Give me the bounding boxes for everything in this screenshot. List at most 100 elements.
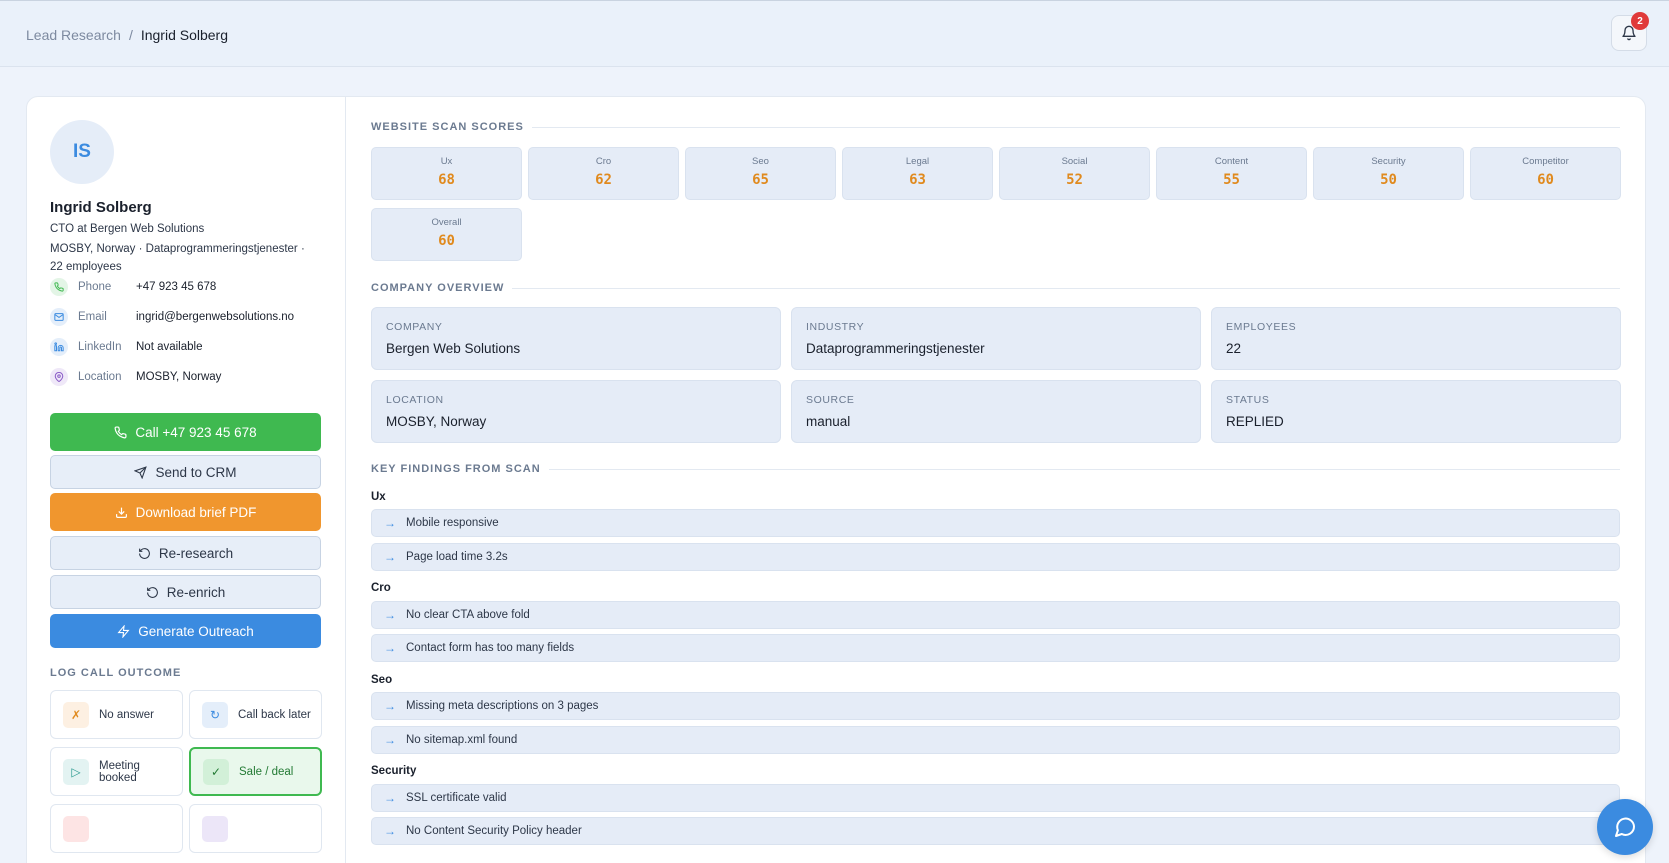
re-enrich-label: Re-enrich xyxy=(166,584,226,600)
finding-item: → Contact form has too many fields xyxy=(371,634,1620,662)
overview-status: STATUS REPLIED xyxy=(1211,380,1621,443)
overview-value: Bergen Web Solutions xyxy=(386,341,521,356)
overview-label: INDUSTRY xyxy=(806,321,865,333)
chat-button[interactable] xyxy=(1597,799,1653,855)
company-overview-header: COMPANY OVERVIEW xyxy=(371,282,1620,294)
contact-row-linkedin: LinkedIn Not available xyxy=(50,336,320,358)
lead-name: Ingrid Solberg xyxy=(50,199,152,216)
arrow-right-icon: → xyxy=(384,516,396,530)
re-research-button[interactable]: Re-research xyxy=(50,536,321,570)
contact-row-email: Email ingrid@bergenwebsolutions.no xyxy=(50,306,320,328)
findings-group-title: Ux xyxy=(371,491,386,503)
score-value: 55 xyxy=(1223,172,1240,188)
contact-label: Email xyxy=(78,311,107,323)
overview-label: COMPANY xyxy=(386,321,443,333)
arrow-right-icon: → xyxy=(384,641,396,655)
score-label: Competitor xyxy=(1522,156,1569,167)
scan-scores-title: WEBSITE SCAN SCORES xyxy=(371,121,524,133)
score-card-seo: Seo 65 xyxy=(685,147,836,200)
finding-item: → Mobile responsive xyxy=(371,509,1620,537)
generate-outreach-button[interactable]: Generate Outreach xyxy=(50,614,321,648)
breadcrumb-separator: / xyxy=(128,27,133,43)
scan-scores-header: WEBSITE SCAN SCORES xyxy=(371,121,1620,133)
outcome-call-back-later[interactable]: ↻ Call back later xyxy=(189,690,322,739)
score-value: 52 xyxy=(1066,172,1083,188)
outcome-icon xyxy=(63,815,89,842)
download-brief-button[interactable]: Download brief PDF xyxy=(50,493,321,531)
score-label: Seo xyxy=(752,156,769,167)
finding-item: → SSL certificate valid xyxy=(371,784,1620,812)
score-value: 60 xyxy=(1537,172,1554,188)
finding-text: SSL certificate valid xyxy=(406,792,507,804)
outcome-icon xyxy=(202,815,228,842)
contact-value-linkedin: Not available xyxy=(136,341,203,353)
score-label: Overall xyxy=(431,217,462,228)
call-button[interactable]: Call +47 923 45 678 xyxy=(50,413,321,451)
check-icon: ✓ xyxy=(203,758,229,785)
score-value: 60 xyxy=(438,233,455,249)
overview-employees: EMPLOYEES 22 xyxy=(1211,307,1621,370)
score-card-overall: Overall 60 xyxy=(371,208,522,261)
outcome-sale-deal[interactable]: ✓ Sale / deal xyxy=(189,747,322,796)
outcome-meeting-booked[interactable]: ▷ Meeting booked xyxy=(50,747,183,796)
re-enrich-button[interactable]: Re-enrich xyxy=(50,575,321,609)
arrow-right-icon: → xyxy=(384,824,396,838)
lightning-icon xyxy=(117,624,130,638)
overview-label: EMPLOYEES xyxy=(1226,321,1297,333)
breadcrumb-parent-link[interactable]: Lead Research xyxy=(26,27,121,43)
phone-icon xyxy=(114,425,127,438)
overview-location: LOCATION MOSBY, Norway xyxy=(371,380,781,443)
divider xyxy=(531,126,1620,128)
linkedin-icon xyxy=(50,338,68,356)
score-value: 50 xyxy=(1380,172,1397,188)
close-icon: ✗ xyxy=(63,701,89,728)
finding-item: → No sitemap.xml found xyxy=(371,726,1620,754)
findings-group-title: Seo xyxy=(371,674,393,686)
overview-value: REPLIED xyxy=(1226,414,1284,429)
overview-value: 22 xyxy=(1226,341,1242,356)
score-card-social: Social 52 xyxy=(999,147,1150,200)
arrow-right-icon: → xyxy=(384,699,396,713)
refresh-icon: ↻ xyxy=(202,701,228,728)
finding-text: Mobile responsive xyxy=(406,517,499,529)
finding-text: Missing meta descriptions on 3 pages xyxy=(406,700,599,712)
refresh-icon xyxy=(146,586,158,598)
overview-industry: INDUSTRY Dataprogrammeringstjenester xyxy=(791,307,1201,370)
finding-text: Contact form has too many fields xyxy=(406,642,575,654)
score-card-security: Security 50 xyxy=(1313,147,1464,200)
outcome-label: Call back later xyxy=(238,708,311,721)
arrow-right-icon: → xyxy=(384,733,396,747)
contact-label: LinkedIn xyxy=(78,341,122,353)
re-research-label: Re-research xyxy=(158,545,234,561)
download-icon xyxy=(115,507,127,518)
overview-label: STATUS xyxy=(1226,394,1270,406)
overview-value: manual xyxy=(806,414,851,429)
send-to-crm-button[interactable]: Send to CRM xyxy=(50,455,321,489)
contact-value-email[interactable]: ingrid@bergenwebsolutions.no xyxy=(136,311,294,323)
score-value: 65 xyxy=(752,172,769,188)
contact-value-phone[interactable]: +47 923 45 678 xyxy=(136,281,216,293)
finding-text: Page load time 3.2s xyxy=(406,551,508,563)
arrow-right-icon: → xyxy=(384,550,396,564)
overview-value: Dataprogrammeringstjenester xyxy=(806,341,985,356)
contact-row-location: Location MOSBY, Norway xyxy=(50,366,320,388)
divider xyxy=(512,287,1620,289)
outcome-no-answer[interactable]: ✗ No answer xyxy=(50,690,183,739)
outcome-card-partial[interactable] xyxy=(189,804,322,853)
send-icon xyxy=(134,465,148,479)
call-button-label: Call +47 923 45 678 xyxy=(135,424,257,440)
phone-icon xyxy=(50,278,68,296)
outcome-card-partial[interactable] xyxy=(50,804,183,853)
avatar: IS xyxy=(50,120,114,184)
lead-title: CTO at Bergen Web Solutions xyxy=(50,223,205,235)
finding-item: → Page load time 3.2s xyxy=(371,543,1620,571)
arrow-right-icon: → xyxy=(384,608,396,622)
finding-item: → No clear CTA above fold xyxy=(371,601,1620,629)
outcome-label: No answer xyxy=(99,708,154,721)
score-label: Content xyxy=(1214,156,1249,167)
finding-text: No sitemap.xml found xyxy=(406,734,518,746)
company-overview-title: COMPANY OVERVIEW xyxy=(371,282,505,294)
score-label: Legal xyxy=(905,156,930,167)
lead-profile-panel: IS Ingrid Solberg CTO at Bergen Web Solu… xyxy=(26,96,346,863)
lead-meta: MOSBY, Norway · Dataprogrammeringstjenes… xyxy=(50,243,305,273)
